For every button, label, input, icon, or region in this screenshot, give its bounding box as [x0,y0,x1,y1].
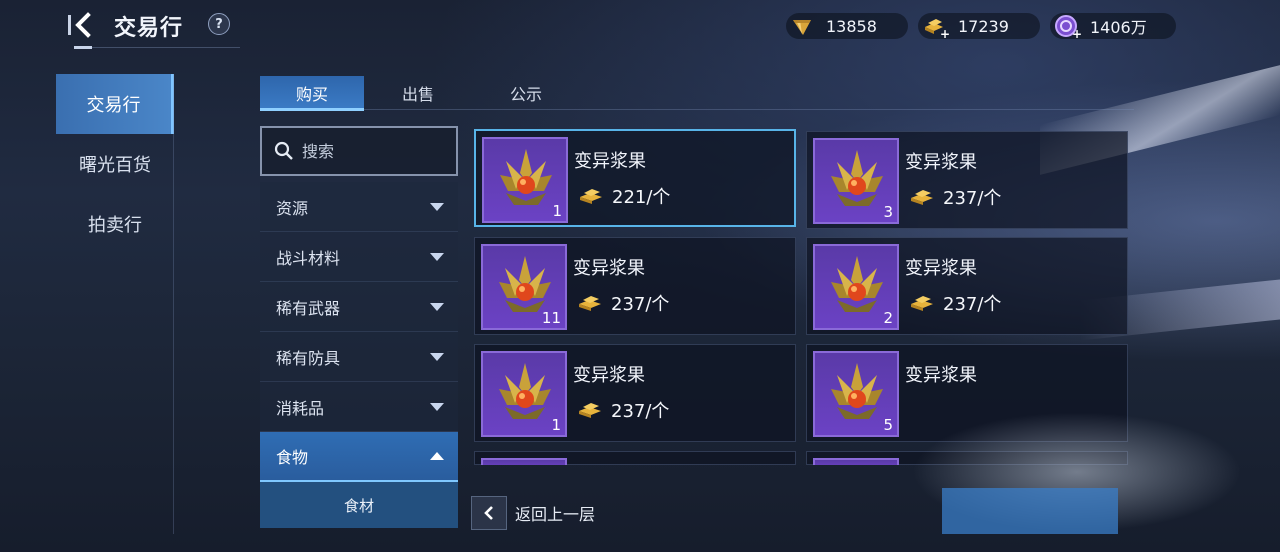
item-thumbnail [481,458,567,465]
item-price-row: 237/个 [909,184,1001,210]
item-price: 237/个 [611,401,670,422]
mutant-berry-icon [831,363,883,419]
triangle-down-icon [430,252,444,261]
top-bar: 交易行 ? 13858 + 17239 + 1406万 [0,0,1280,52]
mutant-berry-icon [500,149,552,205]
gold-bar-icon: + [922,14,950,41]
obscured-action-button[interactable] [942,488,1118,534]
plus-icon: + [939,27,950,41]
category-rare-armor[interactable]: 稀有防具 [260,332,458,382]
triangle-down-icon [430,202,444,211]
item-quantity: 1 [552,202,562,220]
tab-announcement[interactable]: 公示 [474,76,578,109]
gold-bar-icon [579,296,601,311]
tab-buy[interactable]: 购买 [260,76,364,111]
mutant-berry-icon [499,363,551,419]
item-price-row: 237/个 [577,290,669,316]
triangle-down-icon [430,302,444,311]
item-name: 变异浆果 [574,151,646,172]
page-title: 交易行 [114,16,184,41]
gold-bar-icon [911,190,933,205]
item-price-row: 237/个 [577,397,669,423]
item-quantity: 1 [551,416,561,434]
gold-bar-amount: 17239 [958,16,1009,36]
crystal-amount: 1406万 [1090,18,1147,37]
subcategory-ingredients[interactable]: 食材 [260,482,458,528]
item-thumbnail: 3 [813,138,899,224]
gold-bar-icon [580,189,602,204]
title-underline [74,46,240,49]
item-name: 变异浆果 [905,365,977,386]
item-card[interactable]: 1 变异浆果 237/个 [474,344,796,442]
left-nav: 交易行 曙光百货 拍卖行 [56,74,174,254]
category-food[interactable]: 食物 [260,432,458,482]
back-to-parent-button[interactable]: 返回上一层 [471,496,595,530]
triangle-down-icon [430,352,444,361]
search-box[interactable] [260,126,458,176]
item-price: 237/个 [943,294,1002,315]
item-name: 变异浆果 [573,258,645,279]
item-price-row: 221/个 [578,183,670,209]
item-thumbnail: 1 [482,137,568,223]
category-resources[interactable]: 资源 [260,182,458,232]
item-name: 变异浆果 [573,365,645,386]
item-quantity: 11 [541,309,561,327]
currency-diamond[interactable]: 13858 [786,13,908,39]
triangle-down-icon [430,402,444,411]
item-card[interactable]: 1 变异浆果 221/个 [474,129,796,227]
nav-divider [173,74,174,534]
currency-gold-bar[interactable]: + 17239 [918,13,1040,41]
item-price: 237/个 [611,294,670,315]
mutant-berry-icon [831,150,883,206]
category-combat-materials[interactable]: 战斗材料 [260,232,458,282]
category-label: 食物 [276,448,309,467]
diamond-amount: 13858 [826,16,877,36]
item-card[interactable] [474,451,796,465]
back-to-parent-label: 返回上一层 [515,505,596,524]
nav-item-auction[interactable]: 拍卖行 [56,194,174,254]
category-consumables[interactable]: 消耗品 [260,382,458,432]
item-name: 变异浆果 [905,152,977,173]
category-label: 资源 [276,198,309,218]
category-rare-weapons[interactable]: 稀有武器 [260,282,458,332]
item-quantity: 3 [883,203,893,221]
item-thumbnail [813,458,899,465]
item-quantity: 5 [883,416,893,434]
item-thumbnail: 1 [481,351,567,437]
currency-crystal[interactable]: + 1406万 [1050,13,1176,41]
category-list: 资源 战斗材料 稀有武器 稀有防具 消耗品 食物 食材 [260,182,458,528]
gold-bar-icon [579,403,601,418]
search-icon [274,141,293,160]
back-arrow-icon[interactable] [66,9,98,41]
item-thumbnail: 5 [813,351,899,437]
nav-item-trading-house[interactable]: 交易行 [56,74,174,134]
category-label: 稀有防具 [276,348,341,368]
item-price: 237/个 [943,188,1002,209]
item-price: 221/个 [612,187,671,208]
category-label: 稀有武器 [276,298,341,318]
item-card[interactable]: 11 变异浆果 237/个 [474,237,796,335]
category-panel: 资源 战斗材料 稀有武器 稀有防具 消耗品 食物 食材 [260,126,458,528]
category-label: 战斗材料 [276,248,341,268]
help-icon[interactable]: ? [208,13,230,35]
diamond-icon [790,14,814,38]
category-label: 消耗品 [276,398,325,418]
chevron-left-icon [471,496,507,530]
item-card[interactable]: 3 变异浆果 237/个 [806,131,1128,229]
item-price-row: 237/个 [909,290,1001,316]
item-thumbnail: 2 [813,244,899,330]
item-thumbnail: 11 [481,244,567,330]
item-quantity: 2 [883,309,893,327]
tab-bar: 购买 出售 公示 [260,76,1134,111]
plus-icon: + [1071,27,1082,41]
item-card[interactable]: 2 变异浆果 237/个 [806,237,1128,335]
tab-sell[interactable]: 出售 [366,76,470,109]
crystal-coin-icon: + [1054,14,1082,41]
nav-item-dawn-store[interactable]: 曙光百货 [56,134,174,194]
search-input[interactable] [302,141,452,161]
mutant-berry-icon [831,256,883,312]
gold-bar-icon [911,296,933,311]
triangle-up-icon [430,452,444,460]
item-name: 变异浆果 [905,258,977,279]
